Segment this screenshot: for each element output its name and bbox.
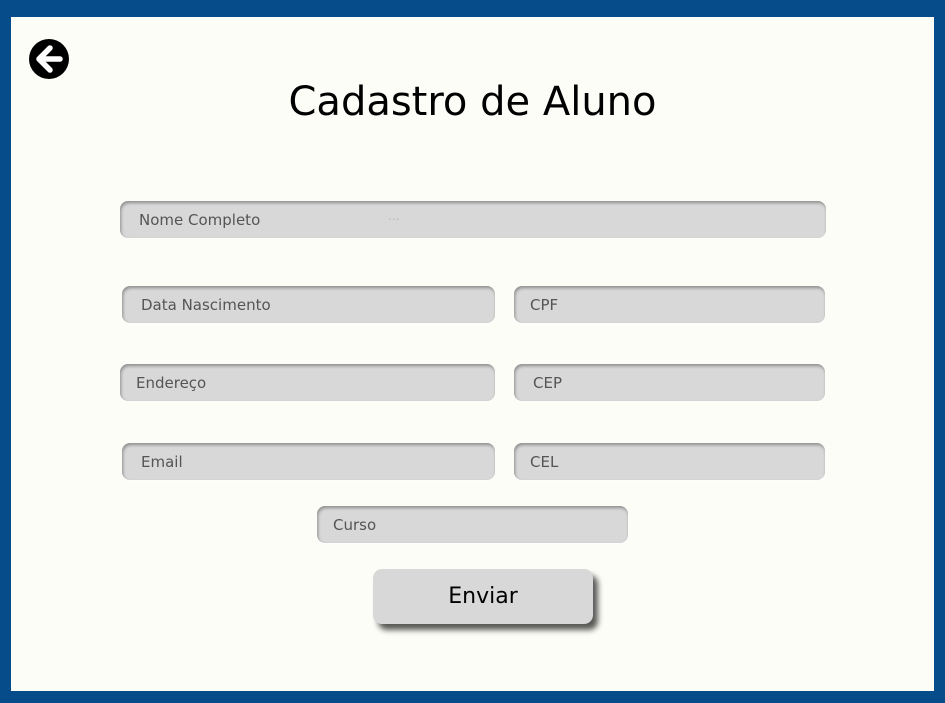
arrow-left-circle-icon — [29, 39, 69, 79]
submit-button[interactable]: Enviar — [373, 569, 593, 624]
email-input[interactable] — [122, 443, 495, 480]
nome-completo-field[interactable]: ... — [120, 201, 826, 238]
nome-completo-hint: ... — [388, 209, 400, 223]
cep-input[interactable] — [514, 364, 825, 401]
page-title: Cadastro de Aluno — [288, 79, 657, 125]
nome-completo-input[interactable] — [120, 201, 826, 238]
endereco-field[interactable] — [120, 364, 495, 401]
data-nascimento-input[interactable] — [122, 286, 495, 323]
curso-input[interactable] — [317, 506, 628, 543]
cpf-field[interactable] — [514, 286, 825, 323]
email-field[interactable] — [122, 443, 495, 480]
cel-field[interactable] — [514, 443, 825, 480]
curso-field[interactable] — [317, 506, 628, 543]
endereco-input[interactable] — [120, 364, 495, 401]
cep-field[interactable] — [514, 364, 825, 401]
form-window: Cadastro de Aluno ... Enviar — [11, 17, 934, 691]
data-nascimento-field[interactable] — [122, 286, 495, 323]
cpf-input[interactable] — [514, 286, 825, 323]
back-button[interactable] — [27, 37, 71, 81]
cel-input[interactable] — [514, 443, 825, 480]
